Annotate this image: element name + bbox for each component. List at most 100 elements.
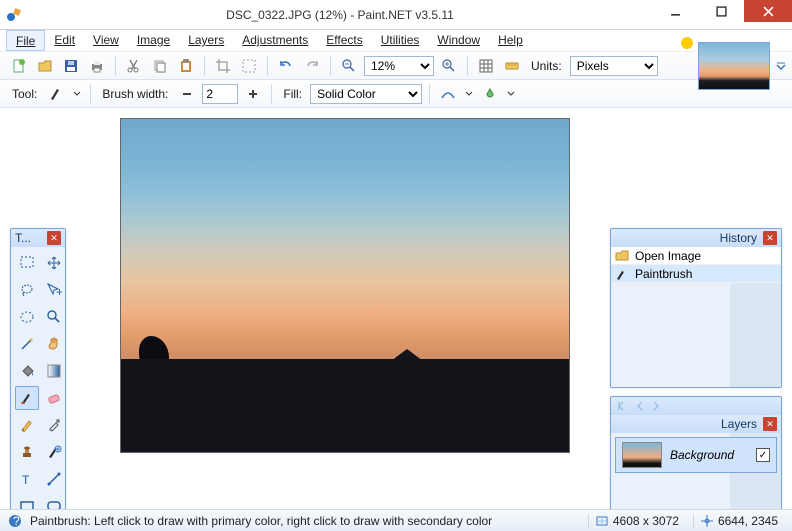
blend-button[interactable]: [479, 83, 501, 105]
menu-edit[interactable]: Edit: [45, 30, 84, 51]
history-window[interactable]: History✕ Open Image Paintbrush: [610, 228, 782, 388]
maximize-button[interactable]: [698, 0, 744, 22]
history-item[interactable]: Paintbrush: [611, 265, 781, 283]
menu-layers[interactable]: Layers: [179, 30, 233, 51]
layer-visible-checkbox[interactable]: ✓: [756, 448, 770, 462]
svg-text:?: ?: [13, 514, 20, 528]
tool-paintbrush[interactable]: [15, 386, 39, 410]
menubar: File Edit View Image Layers Adjustments …: [0, 30, 792, 52]
tool-line[interactable]: [42, 467, 66, 491]
menu-effects[interactable]: Effects: [317, 30, 371, 51]
tool-move-pixels[interactable]: +: [42, 278, 66, 302]
brushwidth-increase-button[interactable]: [242, 83, 264, 105]
layer-row[interactable]: Background ✓: [615, 437, 777, 473]
tool-text[interactable]: T: [15, 467, 39, 491]
layers-nav-prev-icon[interactable]: [635, 401, 645, 411]
crop-button[interactable]: [212, 55, 234, 77]
history-window-close-button[interactable]: ✕: [763, 231, 777, 245]
copy-button[interactable]: [149, 55, 171, 77]
open-image-icon: [615, 249, 629, 263]
undo-button[interactable]: [275, 55, 297, 77]
main-toolbar: 12% Units: Pixels: [0, 52, 792, 80]
tools-window[interactable]: T... ✕ + T: [10, 228, 66, 509]
titlebar: DSC_0322.JPG (12%) - Paint.NET v3.5.11: [0, 0, 792, 30]
paste-button[interactable]: [175, 55, 197, 77]
thumbnail-handle-icon: [681, 37, 693, 49]
fill-select[interactable]: Solid Color: [310, 84, 422, 104]
history-empty-area: [611, 283, 781, 387]
tool-rectangle[interactable]: [15, 494, 39, 509]
statusbar: ? Paintbrush: Left click to draw with pr…: [0, 509, 792, 531]
grid-button[interactable]: [475, 55, 497, 77]
tool-paint-bucket[interactable]: [15, 359, 39, 383]
cut-button[interactable]: [123, 55, 145, 77]
layer-thumbnail: [622, 442, 662, 468]
tool-pencil[interactable]: [15, 413, 39, 437]
antialias-dropdown-button[interactable]: [463, 83, 475, 105]
antialias-button[interactable]: [437, 83, 459, 105]
tool-pan[interactable]: [42, 332, 66, 356]
tool-ellipse-select[interactable]: [15, 305, 39, 329]
help-icon[interactable]: ?: [8, 514, 22, 528]
zoom-in-button[interactable]: [438, 55, 460, 77]
print-button[interactable]: [86, 55, 108, 77]
close-button[interactable]: [744, 0, 792, 22]
layer-name: Background: [670, 448, 748, 462]
tools-window-title: T...: [15, 231, 31, 245]
tool-recolor[interactable]: [42, 440, 66, 464]
menu-image[interactable]: Image: [128, 30, 179, 51]
paintbrush-icon: [615, 267, 629, 281]
tool-gradient[interactable]: [42, 359, 66, 383]
menu-help[interactable]: Help: [489, 30, 532, 51]
history-item-label: Open Image: [635, 249, 701, 263]
canvas[interactable]: [120, 118, 570, 453]
history-item[interactable]: Open Image: [611, 247, 781, 265]
menu-view[interactable]: View: [84, 30, 128, 51]
save-button[interactable]: [60, 55, 82, 77]
layers-window[interactable]: Layers✕ Background ✓ +: [610, 396, 782, 509]
minimize-button[interactable]: [652, 0, 698, 22]
layers-nav-first-icon[interactable]: [617, 401, 629, 411]
layers-nav: [611, 397, 781, 415]
tool-lasso-select[interactable]: [15, 278, 39, 302]
tool-label: Tool:: [8, 87, 41, 101]
redo-button[interactable]: [301, 55, 323, 77]
tool-rectangle-select[interactable]: [15, 251, 39, 275]
brushwidth-input[interactable]: [202, 84, 238, 104]
menu-window[interactable]: Window: [428, 30, 489, 51]
current-tool-button[interactable]: [45, 83, 67, 105]
tool-magic-wand[interactable]: [15, 332, 39, 356]
thumbnail-more-button[interactable]: [774, 60, 788, 74]
image-thumbnail-preview[interactable]: [698, 42, 770, 90]
tool-zoom[interactable]: [42, 305, 66, 329]
layers-window-title: Layers: [615, 417, 763, 431]
tool-move-selection[interactable]: [42, 251, 66, 275]
dimensions-icon: [595, 514, 609, 528]
blend-dropdown-button[interactable]: [505, 83, 517, 105]
tools-window-close-button[interactable]: ✕: [47, 231, 61, 245]
canvas-content: [121, 359, 569, 452]
app-icon: [0, 7, 28, 23]
zoom-select[interactable]: 12%: [364, 56, 434, 76]
menu-utilities[interactable]: Utilities: [372, 30, 429, 51]
brushwidth-decrease-button[interactable]: [176, 83, 198, 105]
tool-eraser[interactable]: [42, 386, 66, 410]
tool-dropdown-button[interactable]: [71, 83, 83, 105]
units-select[interactable]: Pixels: [570, 56, 658, 76]
layers-window-close-button[interactable]: ✕: [763, 417, 777, 431]
window-title: DSC_0322.JPG (12%) - Paint.NET v3.5.11: [28, 8, 652, 22]
deselect-button[interactable]: [238, 55, 260, 77]
open-button[interactable]: [34, 55, 56, 77]
menu-adjustments[interactable]: Adjustments: [233, 30, 317, 51]
tool-clone-stamp[interactable]: [15, 440, 39, 464]
tool-rounded-rectangle[interactable]: [42, 494, 66, 509]
brushwidth-label: Brush width:: [98, 87, 172, 101]
tool-color-picker[interactable]: [42, 413, 66, 437]
ruler-button[interactable]: [501, 55, 523, 77]
new-button[interactable]: [8, 55, 30, 77]
menu-file[interactable]: File: [6, 30, 45, 51]
history-window-title: History: [615, 231, 763, 245]
zoom-out-button[interactable]: [338, 55, 360, 77]
units-label: Units:: [527, 59, 566, 73]
layers-nav-next-icon[interactable]: [651, 401, 661, 411]
